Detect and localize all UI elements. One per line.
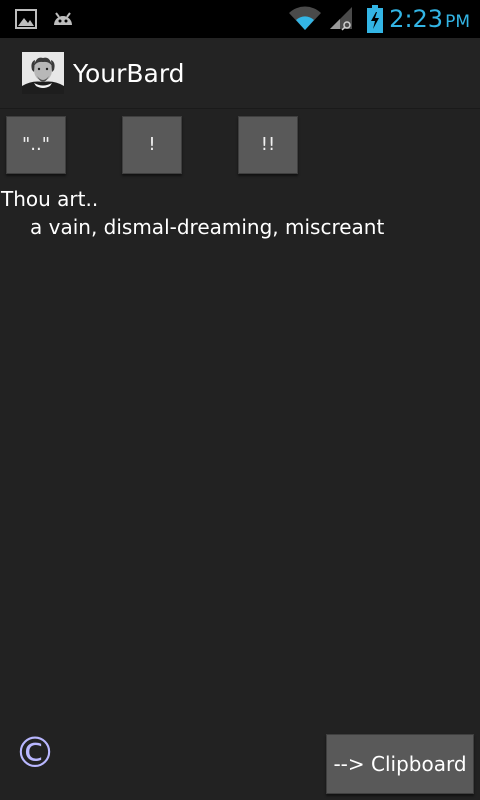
signal-icon xyxy=(330,7,352,31)
exclaim-button[interactable]: ! xyxy=(122,116,182,174)
android-debug-icon xyxy=(54,12,72,25)
status-bar: 2:23 PM xyxy=(0,0,480,38)
double-exclaim-button[interactable]: !! xyxy=(238,116,298,174)
quote-button[interactable]: ".." xyxy=(6,116,66,174)
action-bar: YourBard xyxy=(0,38,480,109)
shakespeare-portrait-icon[interactable] xyxy=(22,52,64,94)
status-time: 2:23 xyxy=(389,5,444,33)
status-clock: 2:23 PM xyxy=(389,4,470,37)
insult-text: a vain, dismal-dreaming, miscreant xyxy=(30,215,385,239)
insult-prefix: Thou art.. xyxy=(1,187,99,211)
app-title: YourBard xyxy=(73,59,185,88)
gallery-notification-icon xyxy=(15,9,37,29)
copy-to-clipboard-button[interactable]: --> Clipboard xyxy=(326,734,474,794)
copyright-icon[interactable]: © xyxy=(14,729,56,777)
battery-charging-icon xyxy=(367,5,383,33)
status-ampm: PM xyxy=(445,12,470,32)
wifi-icon xyxy=(289,6,321,30)
